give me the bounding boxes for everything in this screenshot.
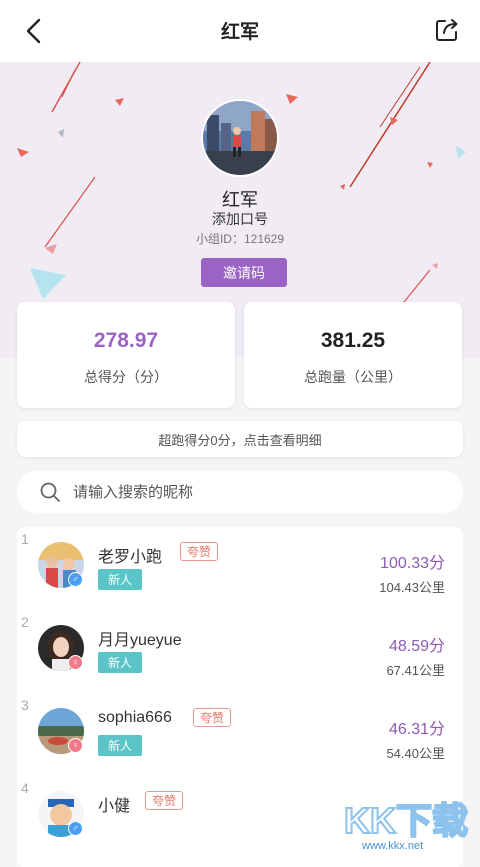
male-icon: ♂ <box>68 572 83 587</box>
member-name: sophia666 <box>98 709 172 726</box>
praise-button[interactable]: 夸赞 <box>180 542 219 561</box>
member-name: 小健 <box>98 798 131 815</box>
group-avatar[interactable] <box>203 101 277 175</box>
member-distance: 67.41公里 <box>386 663 445 678</box>
member-score: 46.31分 <box>388 721 445 738</box>
total-score-value: 278.97 <box>93 329 159 352</box>
group-id: 小组ID：121629 <box>195 232 285 246</box>
score-detail-button[interactable]: 超跑得分0分，点击查看明细 <box>17 421 463 457</box>
newbie-badge: 新人 <box>98 735 142 756</box>
member-score: 48.59分 <box>388 638 445 655</box>
member-distance: 104.43公里 <box>379 580 445 595</box>
member-distance: 54.40公里 <box>386 746 445 761</box>
add-slogan-link[interactable]: 添加口号 <box>0 209 480 229</box>
total-distance-value: 381.25 <box>320 329 386 352</box>
search-icon <box>40 482 60 502</box>
praise-button[interactable]: 夸赞 <box>145 791 184 810</box>
invite-code-button[interactable]: 邀请码 <box>201 258 287 287</box>
rank-number: 4 <box>21 780 29 796</box>
watermark-logo: KK下载 www.kkx.net <box>343 799 469 852</box>
newbie-badge: 新人 <box>98 652 142 673</box>
top-bar: 红军 <box>0 0 480 62</box>
member-name: 月月yueyue <box>98 632 182 649</box>
rank-number: 1 <box>21 531 29 547</box>
female-icon: ♀ <box>68 655 83 670</box>
total-score-label: 总得分（分） <box>84 369 168 385</box>
rank-number: 3 <box>21 697 29 713</box>
search-input[interactable] <box>71 482 435 502</box>
list-item[interactable]: 2 ♀ 月月yueyue 新人 48.59分 67.41公里 <box>17 610 463 693</box>
total-score-card: 278.97 总得分（分） <box>17 302 235 408</box>
member-score: 100.33分 <box>380 555 445 572</box>
search-bar[interactable] <box>17 471 463 513</box>
female-icon: ♀ <box>68 738 83 753</box>
total-distance-card: 381.25 总跑量（公里） <box>244 302 462 408</box>
list-item[interactable]: 1 ♂ 老罗小跑 夸赞 新人 100.33分 104.43公里 <box>17 527 463 610</box>
svg-text:www.kkx.net: www.kkx.net <box>361 840 423 852</box>
page-title: 红军 <box>220 22 259 43</box>
rank-number: 2 <box>21 614 29 630</box>
svg-text:KK下载: KK下载 <box>344 800 468 841</box>
list-item[interactable]: 3 ♀ sophia666 夸赞 新人 46.31分 54.40公里 <box>17 693 463 776</box>
member-name: 老罗小跑 <box>98 549 163 566</box>
male-icon: ♂ <box>68 821 83 836</box>
newbie-badge: 新人 <box>98 569 142 590</box>
praise-button[interactable]: 夸赞 <box>193 708 232 727</box>
total-distance-label: 总跑量（公里） <box>304 369 402 385</box>
share-icon[interactable] <box>432 15 462 45</box>
